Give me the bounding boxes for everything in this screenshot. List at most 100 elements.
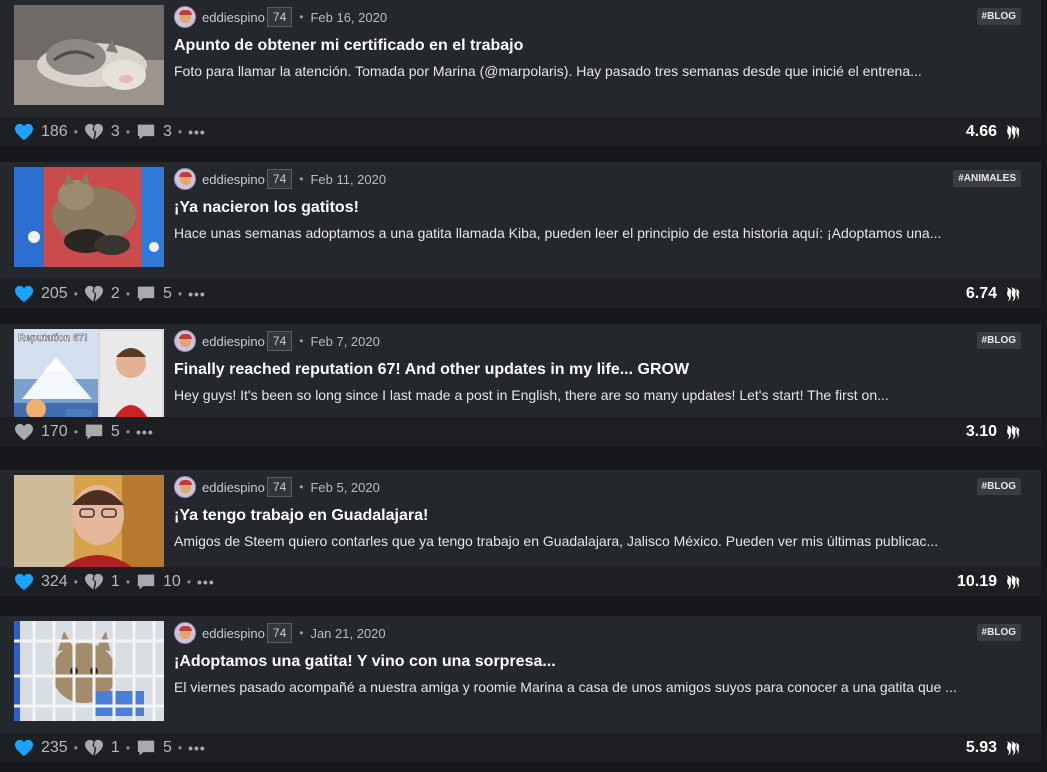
avatar[interactable] <box>174 168 196 190</box>
steem-icon <box>1003 573 1021 591</box>
heart-icon[interactable] <box>14 285 34 303</box>
payout-value[interactable]: 4.66 <box>966 117 1021 146</box>
post-footer: 186 • 3 • 3 • ••• 4.66 <box>0 117 1041 146</box>
upvote-button[interactable]: 324 <box>14 573 68 591</box>
comment-count: 10 <box>163 572 181 590</box>
broken-heart-icon[interactable] <box>84 573 104 591</box>
separator: • <box>125 574 131 589</box>
comments-link[interactable]: 5 <box>136 285 172 303</box>
post-card[interactable]: Reputation 67! eddiespino 74 • Feb 7, 20… <box>0 324 1041 446</box>
ellipsis-icon[interactable]: ••• <box>188 740 206 756</box>
post-thumbnail[interactable] <box>14 5 164 105</box>
downvote-count: 3 <box>110 122 120 140</box>
upvote-button[interactable]: 170 <box>14 423 68 441</box>
post-summary[interactable]: Hey guys! It's been so long since I last… <box>174 387 1024 403</box>
tag-badge[interactable]: #BLOG <box>976 478 1021 495</box>
comment-count: 5 <box>163 284 172 302</box>
post-body: eddiespino 74 • Feb 16, 2020 #BLOG Apunt… <box>0 0 1041 111</box>
payout-value[interactable]: 6.74 <box>966 279 1021 308</box>
comment-icon[interactable] <box>136 739 156 757</box>
tag-badge[interactable]: #BLOG <box>976 8 1021 25</box>
post-title[interactable]: Finally reached reputation 67! And other… <box>174 361 689 379</box>
post-thumbnail[interactable] <box>14 167 164 267</box>
tag-badge[interactable]: #ANIMALES <box>953 170 1021 187</box>
avatar[interactable] <box>174 330 196 352</box>
broken-heart-icon[interactable] <box>84 123 104 141</box>
tag-badge[interactable]: #BLOG <box>976 624 1021 641</box>
post-summary[interactable]: Amigos de Steem quiero contarles que ya … <box>174 533 1024 549</box>
ellipsis-icon[interactable]: ••• <box>197 574 215 590</box>
post-date[interactable]: Feb 11, 2020 <box>310 172 386 187</box>
broken-heart-icon[interactable] <box>84 285 104 303</box>
post-thumbnail[interactable]: Reputation 67! <box>14 329 164 429</box>
downvote-button[interactable]: 1 <box>84 739 120 757</box>
post-body: eddiespino 74 • Feb 11, 2020 #ANIMALES ¡… <box>0 162 1041 273</box>
ellipsis-icon[interactable]: ••• <box>188 286 206 302</box>
broken-heart-icon[interactable] <box>84 739 104 757</box>
post-date[interactable]: Jan 21, 2020 <box>310 626 385 641</box>
comment-icon[interactable] <box>84 423 104 441</box>
comment-icon[interactable] <box>136 573 156 591</box>
tag-badge[interactable]: #BLOG <box>976 332 1021 349</box>
reputation-badge: 74 <box>266 477 293 497</box>
heart-icon[interactable] <box>14 573 34 591</box>
post-thumbnail[interactable] <box>14 475 164 575</box>
post-title[interactable]: ¡Adoptamos una gatita! Y vino con una so… <box>174 653 556 671</box>
comments-link[interactable]: 3 <box>136 123 172 141</box>
separator: • <box>125 740 131 755</box>
post-summary[interactable]: Foto para llamar la atención. Tomada por… <box>174 63 1024 79</box>
avatar[interactable] <box>174 622 196 644</box>
downvote-count: 2 <box>110 284 120 302</box>
downvote-button[interactable]: 1 <box>84 573 120 591</box>
post-card[interactable]: eddiespino 74 • Feb 11, 2020 #ANIMALES ¡… <box>0 162 1041 308</box>
payout-amount: 5.93 <box>965 738 997 756</box>
post-summary[interactable]: Hace unas semanas adoptamos a una gatita… <box>174 225 1024 241</box>
post-thumbnail[interactable] <box>14 621 164 721</box>
payout-value[interactable]: 3.10 <box>966 417 1021 446</box>
author-link[interactable]: eddiespino <box>202 334 265 349</box>
comments-link[interactable]: 5 <box>136 739 172 757</box>
downvote-button[interactable]: 2 <box>84 285 120 303</box>
heart-icon[interactable] <box>14 423 34 441</box>
post-title[interactable]: Apunto de obtener mi certificado en el t… <box>174 37 523 55</box>
comment-icon[interactable] <box>136 285 156 303</box>
ellipsis-icon[interactable]: ••• <box>136 424 154 440</box>
comments-link[interactable]: 5 <box>84 423 120 441</box>
post-date[interactable]: Feb 7, 2020 <box>310 334 379 349</box>
author-link[interactable]: eddiespino <box>202 626 265 641</box>
heart-icon[interactable] <box>14 123 34 141</box>
payout-amount: 10.19 <box>956 572 997 590</box>
upvote-button[interactable]: 186 <box>14 123 68 141</box>
separator: • <box>73 424 78 439</box>
author-link[interactable]: eddiespino <box>202 10 265 25</box>
steem-icon <box>1003 123 1021 141</box>
post-date[interactable]: Feb 16, 2020 <box>310 10 387 25</box>
post-meta: eddiespino 74 • Feb 5, 2020 <box>174 476 380 498</box>
payout-value[interactable]: 10.19 <box>957 567 1021 596</box>
separator: • <box>299 10 304 24</box>
author-link[interactable]: eddiespino <box>202 172 265 187</box>
upvote-button[interactable]: 205 <box>14 285 68 303</box>
avatar[interactable] <box>174 476 196 498</box>
separator: • <box>177 124 183 139</box>
post-summary[interactable]: El viernes pasado acompañé a nuestra ami… <box>174 679 1024 695</box>
post-title[interactable]: ¡Ya nacieron los gatitos! <box>174 199 359 217</box>
post-title[interactable]: ¡Ya tengo trabajo en Guadalajara! <box>174 507 428 525</box>
post-card[interactable]: eddiespino 74 • Feb 5, 2020 #BLOG ¡Ya te… <box>0 470 1041 596</box>
comment-icon[interactable] <box>136 123 156 141</box>
post-date[interactable]: Feb 5, 2020 <box>310 480 379 495</box>
payout-value[interactable]: 5.93 <box>966 733 1021 762</box>
comment-count: 3 <box>163 122 172 140</box>
ellipsis-icon[interactable]: ••• <box>188 124 206 140</box>
upvote-count: 186 <box>41 122 68 140</box>
avatar[interactable] <box>174 6 196 28</box>
comments-link[interactable]: 10 <box>136 573 181 591</box>
upvote-button[interactable]: 235 <box>14 739 68 757</box>
downvote-button[interactable]: 3 <box>84 123 120 141</box>
separator: • <box>73 740 78 755</box>
author-link[interactable]: eddiespino <box>202 480 265 495</box>
post-card[interactable]: eddiespino 74 • Jan 21, 2020 #BLOG ¡Adop… <box>0 616 1041 762</box>
post-card[interactable]: eddiespino 74 • Feb 16, 2020 #BLOG Apunt… <box>0 0 1041 146</box>
heart-icon[interactable] <box>14 739 34 757</box>
separator: • <box>299 334 304 348</box>
